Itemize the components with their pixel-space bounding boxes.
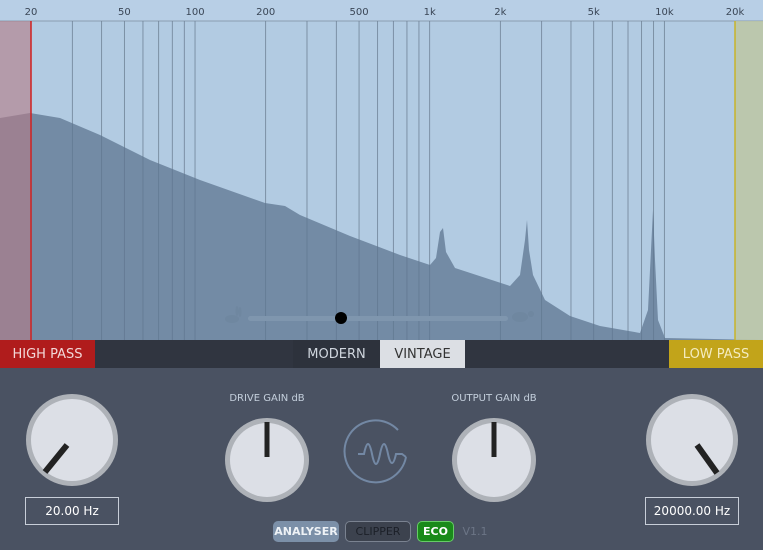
mode-vintage-tab[interactable]: VINTAGE — [380, 340, 465, 368]
low-pass-region — [735, 21, 763, 340]
speed-slider-thumb[interactable] — [335, 312, 347, 324]
version-label: V1.1 — [462, 525, 488, 538]
frequency-label: 200 — [256, 7, 275, 18]
output-gain-knob[interactable] — [452, 418, 536, 502]
spectrum-analyser: 20 50 100 200 500 1k 2k 5k 10k 20k — [0, 0, 763, 340]
frequency-label: 20 — [25, 7, 38, 18]
low-pass-frequency-input[interactable]: 20000.00 Hz — [645, 497, 739, 525]
high-pass-button[interactable]: HIGH PASS — [0, 340, 95, 368]
eco-toggle[interactable]: ECO — [417, 521, 454, 542]
high-pass-frequency-input[interactable]: 20.00 Hz — [25, 497, 119, 525]
mode-modern-tab[interactable]: MODERN — [293, 340, 380, 368]
frequency-label: 1k — [424, 7, 436, 18]
high-pass-knob[interactable] — [26, 394, 118, 486]
frequency-label: 50 — [118, 7, 131, 18]
low-pass-button[interactable]: LOW PASS — [669, 340, 763, 368]
logo-icon — [343, 419, 407, 484]
clipper-toggle[interactable]: CLIPPER — [345, 521, 411, 542]
speed-slider-track[interactable] — [248, 316, 508, 321]
high-pass-region — [0, 21, 31, 340]
drive-gain-knob[interactable] — [225, 418, 309, 502]
frequency-label: 5k — [588, 7, 600, 18]
frequency-label: 500 — [350, 7, 369, 18]
analyser-toggle[interactable]: ANALYSER — [273, 521, 339, 542]
frequency-label: 100 — [185, 7, 204, 18]
frequency-label: 20k — [726, 7, 745, 18]
frequency-label: 10k — [655, 7, 674, 18]
low-pass-knob[interactable] — [646, 394, 738, 486]
frequency-label: 2k — [494, 7, 506, 18]
